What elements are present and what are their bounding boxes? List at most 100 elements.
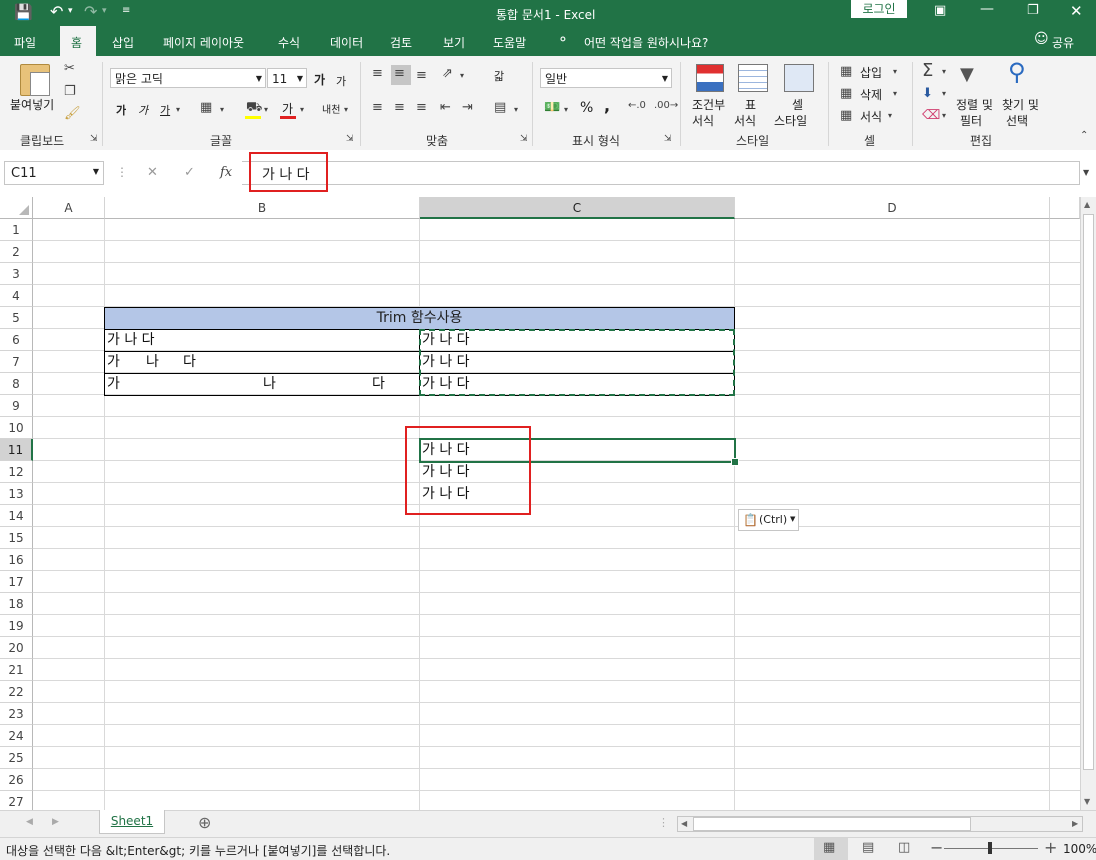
align-bottom-icon[interactable]: ≡ [416, 68, 427, 83]
cell-b7-part2[interactable]: 나 [146, 351, 159, 373]
horizontal-scroll-thumb[interactable] [693, 817, 971, 831]
zoom-in-icon[interactable]: + [1044, 838, 1057, 857]
col-header-b[interactable]: B [105, 197, 420, 219]
cell-b8-part2[interactable]: 나 [263, 373, 276, 395]
clear-icon[interactable]: ⌫ [922, 108, 940, 123]
bold-button[interactable]: 가 [116, 102, 126, 118]
fill-handle[interactable] [731, 458, 739, 466]
phonetic-button[interactable]: 내천 [322, 101, 340, 116]
underline-dropdown-icon[interactable]: ▾ [176, 105, 180, 114]
cell-b7-part3[interactable]: 다 [183, 351, 196, 373]
row-header[interactable]: 9 [0, 395, 33, 417]
orientation-dropdown-icon[interactable]: ▾ [460, 71, 464, 80]
italic-button[interactable]: 가 [138, 102, 148, 118]
orientation-icon[interactable]: ⇗ [442, 66, 453, 81]
table-format-icon[interactable] [738, 64, 768, 92]
row-header[interactable]: 1 [0, 219, 33, 241]
cell-b8-part3[interactable]: 다 [372, 373, 385, 395]
shrink-font-button[interactable]: 가 [336, 73, 346, 89]
sort-filter-label-1[interactable]: 정렬 및 [956, 96, 993, 113]
borders-dropdown-icon[interactable]: ▾ [220, 105, 224, 114]
insert-cells-button[interactable]: 삽입 [860, 64, 882, 81]
fill-icon[interactable]: ⬇ [922, 86, 933, 101]
col-header-a[interactable]: A [33, 197, 105, 219]
login-button[interactable]: 로그인 [851, 0, 907, 18]
scroll-up-icon[interactable]: ▲ [1084, 200, 1090, 209]
conditional-format-label-2[interactable]: 서식 [692, 112, 714, 129]
vertical-scroll-thumb[interactable] [1083, 214, 1094, 770]
split-handle-icon[interactable]: ⋮ [658, 816, 669, 829]
row-header[interactable]: 7 [0, 351, 33, 373]
row-header[interactable]: 3 [0, 263, 33, 285]
delete-dropdown-icon[interactable]: ▾ [893, 89, 897, 98]
row-header[interactable]: 8 [0, 373, 33, 395]
restore-icon[interactable]: ❐ [1027, 3, 1039, 18]
row-header[interactable]: 5 [0, 307, 33, 329]
tell-me-input[interactable]: 어떤 작업을 원하시나요? [584, 34, 708, 51]
undo-icon[interactable]: ↶ [50, 2, 63, 21]
cancel-entry-icon[interactable]: ✕ [147, 165, 158, 180]
row-header[interactable]: 26 [0, 769, 33, 791]
align-top-icon[interactable]: ≡ [372, 66, 383, 81]
font-color-button[interactable]: 가 [282, 100, 293, 117]
align-right-icon[interactable]: ≡ [416, 100, 427, 115]
fill-dropdown-icon[interactable]: ▾ [942, 89, 946, 98]
row-header[interactable]: 13 [0, 483, 33, 505]
save-icon[interactable]: 💾 [14, 3, 33, 21]
name-box[interactable]: C11 ▼ [4, 161, 104, 185]
align-left-icon[interactable]: ≡ [372, 100, 383, 115]
row-header[interactable]: 6 [0, 329, 33, 351]
confirm-entry-icon[interactable]: ✓ [184, 165, 195, 180]
find-select-label-2[interactable]: 선택 [1006, 112, 1028, 129]
find-select-icon[interactable]: ⚲ [1008, 58, 1026, 86]
number-format-dropdown[interactable]: 일반 ▼ [540, 68, 672, 88]
row-header[interactable]: 15 [0, 527, 33, 549]
accounting-dropdown-icon[interactable]: ▾ [564, 105, 568, 114]
row-header[interactable]: 18 [0, 593, 33, 615]
row-header[interactable]: 19 [0, 615, 33, 637]
col-header-c[interactable]: C [420, 197, 735, 219]
formula-input[interactable] [242, 161, 1080, 185]
font-size-dropdown[interactable]: 11 ▼ [267, 68, 307, 88]
col-header-e[interactable] [1050, 197, 1080, 219]
autosum-dropdown-icon[interactable]: ▾ [942, 67, 946, 76]
add-sheet-icon[interactable]: ⊕ [198, 813, 211, 832]
row-header[interactable]: 11 [0, 439, 33, 461]
row-header[interactable]: 17 [0, 571, 33, 593]
underline-button[interactable]: 가 [160, 102, 170, 118]
row-header[interactable]: 20 [0, 637, 33, 659]
row-header[interactable]: 23 [0, 703, 33, 725]
scroll-right-icon[interactable]: ▶ [1072, 819, 1078, 828]
number-launcher-icon[interactable]: ⇲ [664, 134, 672, 144]
minimize-icon[interactable]: — [980, 1, 994, 17]
insert-cells-icon[interactable]: ▦ [840, 64, 852, 79]
scroll-left-icon[interactable]: ◀ [681, 819, 687, 828]
format-dropdown-icon[interactable]: ▾ [888, 111, 892, 120]
cell-b6[interactable]: 가 나 다 [107, 329, 155, 351]
paste-options-button[interactable]: 📋 (Ctrl) ▼ [738, 509, 799, 531]
cut-icon[interactable]: ✂ [64, 61, 75, 76]
undo-dropdown-icon[interactable]: ▾ [68, 6, 73, 16]
tab-4[interactable]: 수식 [278, 34, 300, 51]
increase-decimal-icon[interactable]: ←.0 [628, 100, 646, 111]
fill-color-dropdown-icon[interactable]: ▾ [264, 105, 268, 114]
next-sheet-icon[interactable]: ▶ [52, 817, 59, 827]
increase-indent-icon[interactable]: ⇥ [462, 100, 473, 115]
merge-dropdown-icon[interactable]: ▾ [514, 105, 518, 114]
cell-styles-label-2[interactable]: 스타일 [774, 112, 807, 129]
insert-function-icon[interactable]: fx [220, 165, 232, 180]
percent-style-button[interactable]: % [580, 100, 593, 116]
page-break-icon[interactable]: ◫ [898, 840, 910, 855]
conditional-format-label-1[interactable]: 조건부 [692, 96, 725, 113]
tab-0[interactable]: 파일 [14, 34, 36, 51]
font-launcher-icon[interactable]: ⇲ [346, 134, 354, 144]
tab-5[interactable]: 데이터 [330, 34, 363, 51]
sort-filter-label-2[interactable]: 필터 [960, 112, 982, 129]
expand-formula-icon[interactable]: ▼ [1083, 168, 1089, 177]
grow-font-button[interactable]: 가 [314, 71, 325, 88]
row-header[interactable]: 22 [0, 681, 33, 703]
page-layout-icon[interactable]: ▤ [862, 840, 874, 855]
fill-color-icon[interactable]: ⛟ [246, 100, 262, 117]
tab-6[interactable]: 검토 [390, 34, 412, 51]
align-center-icon[interactable]: ≡ [394, 100, 405, 115]
